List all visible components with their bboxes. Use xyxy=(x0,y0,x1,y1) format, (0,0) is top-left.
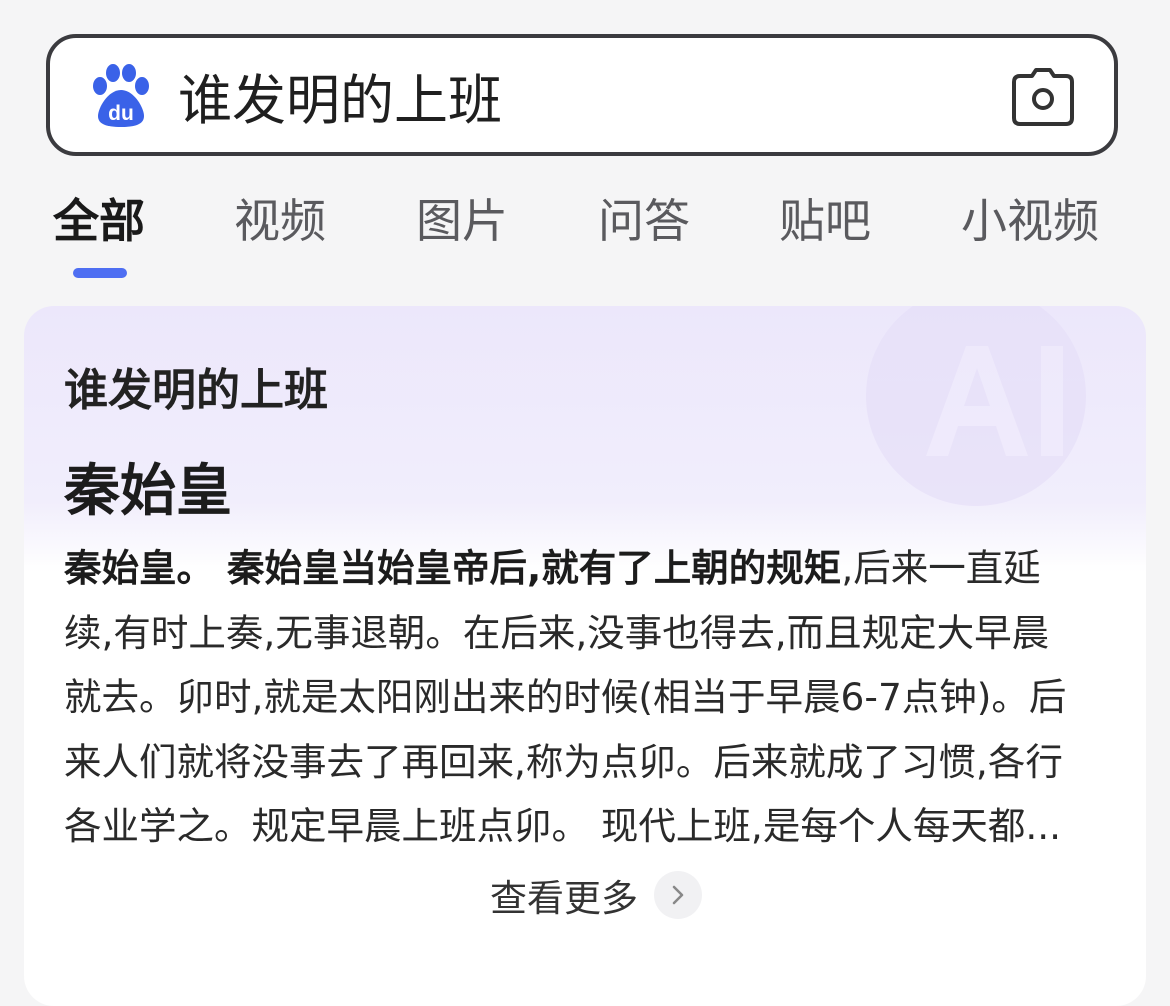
svg-text:du: du xyxy=(108,102,134,125)
search-bar[interactable]: du xyxy=(46,34,1118,156)
card-body-line: 续,有时上奏,无事退朝。在后来,没事也得去,而且规定大早晨 xyxy=(64,610,1050,655)
card-body-bold: 秦始皇。 秦始皇当始皇帝后,就有了上朝的规矩 xyxy=(64,546,842,590)
card-question: 谁发明的上班 xyxy=(64,365,328,416)
camera-icon[interactable] xyxy=(1012,68,1074,126)
tab-video[interactable]: 视频 xyxy=(234,188,326,254)
see-more-label: 查看更多 xyxy=(490,877,638,920)
tab-tieba[interactable]: 贴吧 xyxy=(779,188,871,254)
tab-images[interactable]: 图片 xyxy=(416,188,508,254)
search-input[interactable] xyxy=(178,52,998,138)
card-body-line: 各业学之。规定早晨上班点卯。 现代上班,是每个人每天都... xyxy=(64,804,1062,848)
tab-all[interactable]: 全部 xyxy=(53,188,145,254)
card-body-line: 来人们就将没事去了再回来,称为点卯。后来就成了习惯,各行 xyxy=(64,739,1063,784)
ai-watermark-icon xyxy=(826,306,1126,526)
card-body-line: 秦始皇。 秦始皇当始皇帝后,就有了上朝的规矩,后来一直延 xyxy=(64,536,1114,601)
card-answer: 秦始皇 xyxy=(64,459,232,524)
baidu-logo-icon: du xyxy=(90,64,152,128)
active-tab-indicator xyxy=(73,268,127,278)
search-tabs: 全部 视频 图片 问答 贴吧 小视频 xyxy=(0,188,1170,258)
card-body-line: 就去。卯时,就是太阳刚出来的时候(相当于早晨6-7点钟)。后 xyxy=(64,675,1067,719)
see-more-button[interactable]: 查看更多 xyxy=(490,868,702,922)
chevron-right-icon[interactable] xyxy=(654,871,702,919)
card-body: 秦始皇。 秦始皇当始皇帝后,就有了上朝的规矩,后来一直延 续,有时上奏,无事退朝… xyxy=(64,536,1114,859)
tab-qa[interactable]: 问答 xyxy=(598,188,690,254)
tab-short-video[interactable]: 小视频 xyxy=(961,188,1099,254)
ai-answer-card: 谁发明的上班 秦始皇 秦始皇。 秦始皇当始皇帝后,就有了上朝的规矩,后来一直延 … xyxy=(24,306,1146,1006)
card-body-text: ,后来一直延 xyxy=(841,546,1041,590)
